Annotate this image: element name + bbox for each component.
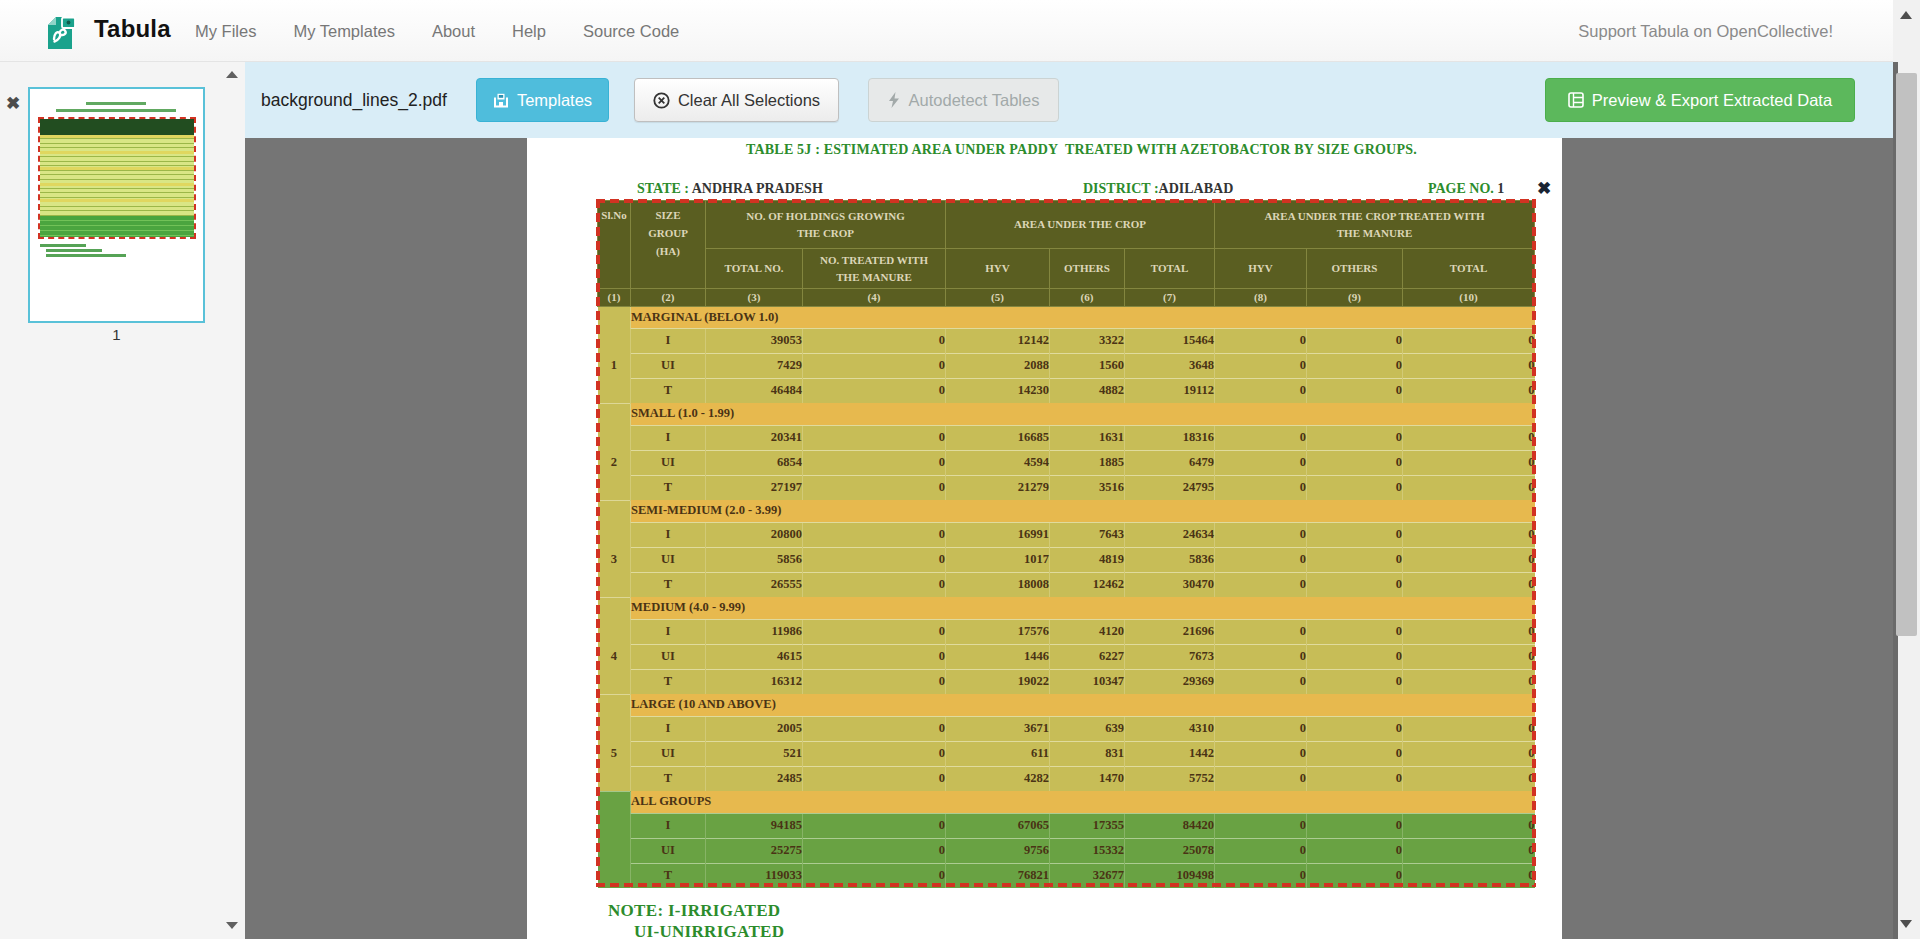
thumb-title-line2 <box>56 109 176 112</box>
pdf-district-line: DISTRICT :ADILABAD <box>1083 181 1233 197</box>
toolbar: background_lines_2.pdf Templates Clear A… <box>245 62 1893 138</box>
nav-source-code[interactable]: Source Code <box>583 22 679 41</box>
scroll-up-icon[interactable] <box>1900 11 1912 19</box>
clear-icon <box>653 92 670 109</box>
brand-title[interactable]: Tabula <box>94 15 171 43</box>
support-link[interactable]: Support Tabula on OpenCollective! <box>1578 0 1833 62</box>
remove-page-icon[interactable]: ✖ <box>6 93 20 114</box>
sidebar-scroll-up-icon[interactable] <box>226 71 238 78</box>
scroll-down-icon[interactable] <box>1900 920 1912 928</box>
navbar: Tabula My Files My Templates About Help … <box>0 0 1893 62</box>
thumb-selection-box <box>38 117 196 239</box>
page-thumbnail[interactable] <box>28 87 205 323</box>
nav-help[interactable]: Help <box>512 22 546 41</box>
vertical-scrollbar[interactable] <box>1893 0 1920 939</box>
templates-icon <box>493 93 509 108</box>
nav-my-files[interactable]: My Files <box>195 22 256 41</box>
pdf-note-line1: NOTE: I-IRRIGATED <box>608 901 780 921</box>
thumb-note-line3 <box>46 254 126 257</box>
pdf-note-line2: UI-UNIRRIGATED <box>634 922 784 939</box>
thumbnail-page-number: 1 <box>28 326 205 343</box>
scrollbar-thumb[interactable] <box>1896 73 1917 636</box>
pdf-filename: background_lines_2.pdf <box>261 62 447 138</box>
table-list-icon <box>1568 92 1584 108</box>
preview-export-button[interactable]: Preview & Export Extracted Data <box>1545 78 1855 122</box>
nav-about[interactable]: About <box>432 22 475 41</box>
clear-all-selections-button[interactable]: Clear All Selections <box>634 78 839 122</box>
lightning-icon <box>888 92 901 108</box>
thumb-note-line <box>40 244 86 247</box>
autodetect-tables-button: Autodetect Tables <box>868 78 1059 122</box>
sidebar-scroll-down-icon[interactable] <box>226 922 238 929</box>
pdf-viewer-area: TABLE 5J : ESTIMATED AREA UNDER PADDY TR… <box>245 138 1893 939</box>
selection-overlay[interactable] <box>596 199 1536 887</box>
sidebar: ✖ 1 <box>0 62 245 939</box>
pdf-state-line: STATE : ANDHRA PRADESH <box>637 181 823 197</box>
thumb-title-line <box>86 102 146 105</box>
thumb-note-line2 <box>46 249 102 252</box>
templates-button[interactable]: Templates <box>476 78 609 122</box>
brand[interactable]: Tabula <box>47 9 171 49</box>
selection-close-icon[interactable]: ✖ <box>1537 178 1551 199</box>
tabula-logo-icon <box>47 9 78 49</box>
nav-links: My Files My Templates About Help Source … <box>195 0 679 62</box>
nav-my-templates[interactable]: My Templates <box>293 22 394 41</box>
pdf-table-title: TABLE 5J : ESTIMATED AREA UNDER PADDY TR… <box>746 142 1417 158</box>
pdf-pageno-line: PAGE NO. 1 <box>1428 181 1504 197</box>
pdf-page: TABLE 5J : ESTIMATED AREA UNDER PADDY TR… <box>527 138 1562 939</box>
